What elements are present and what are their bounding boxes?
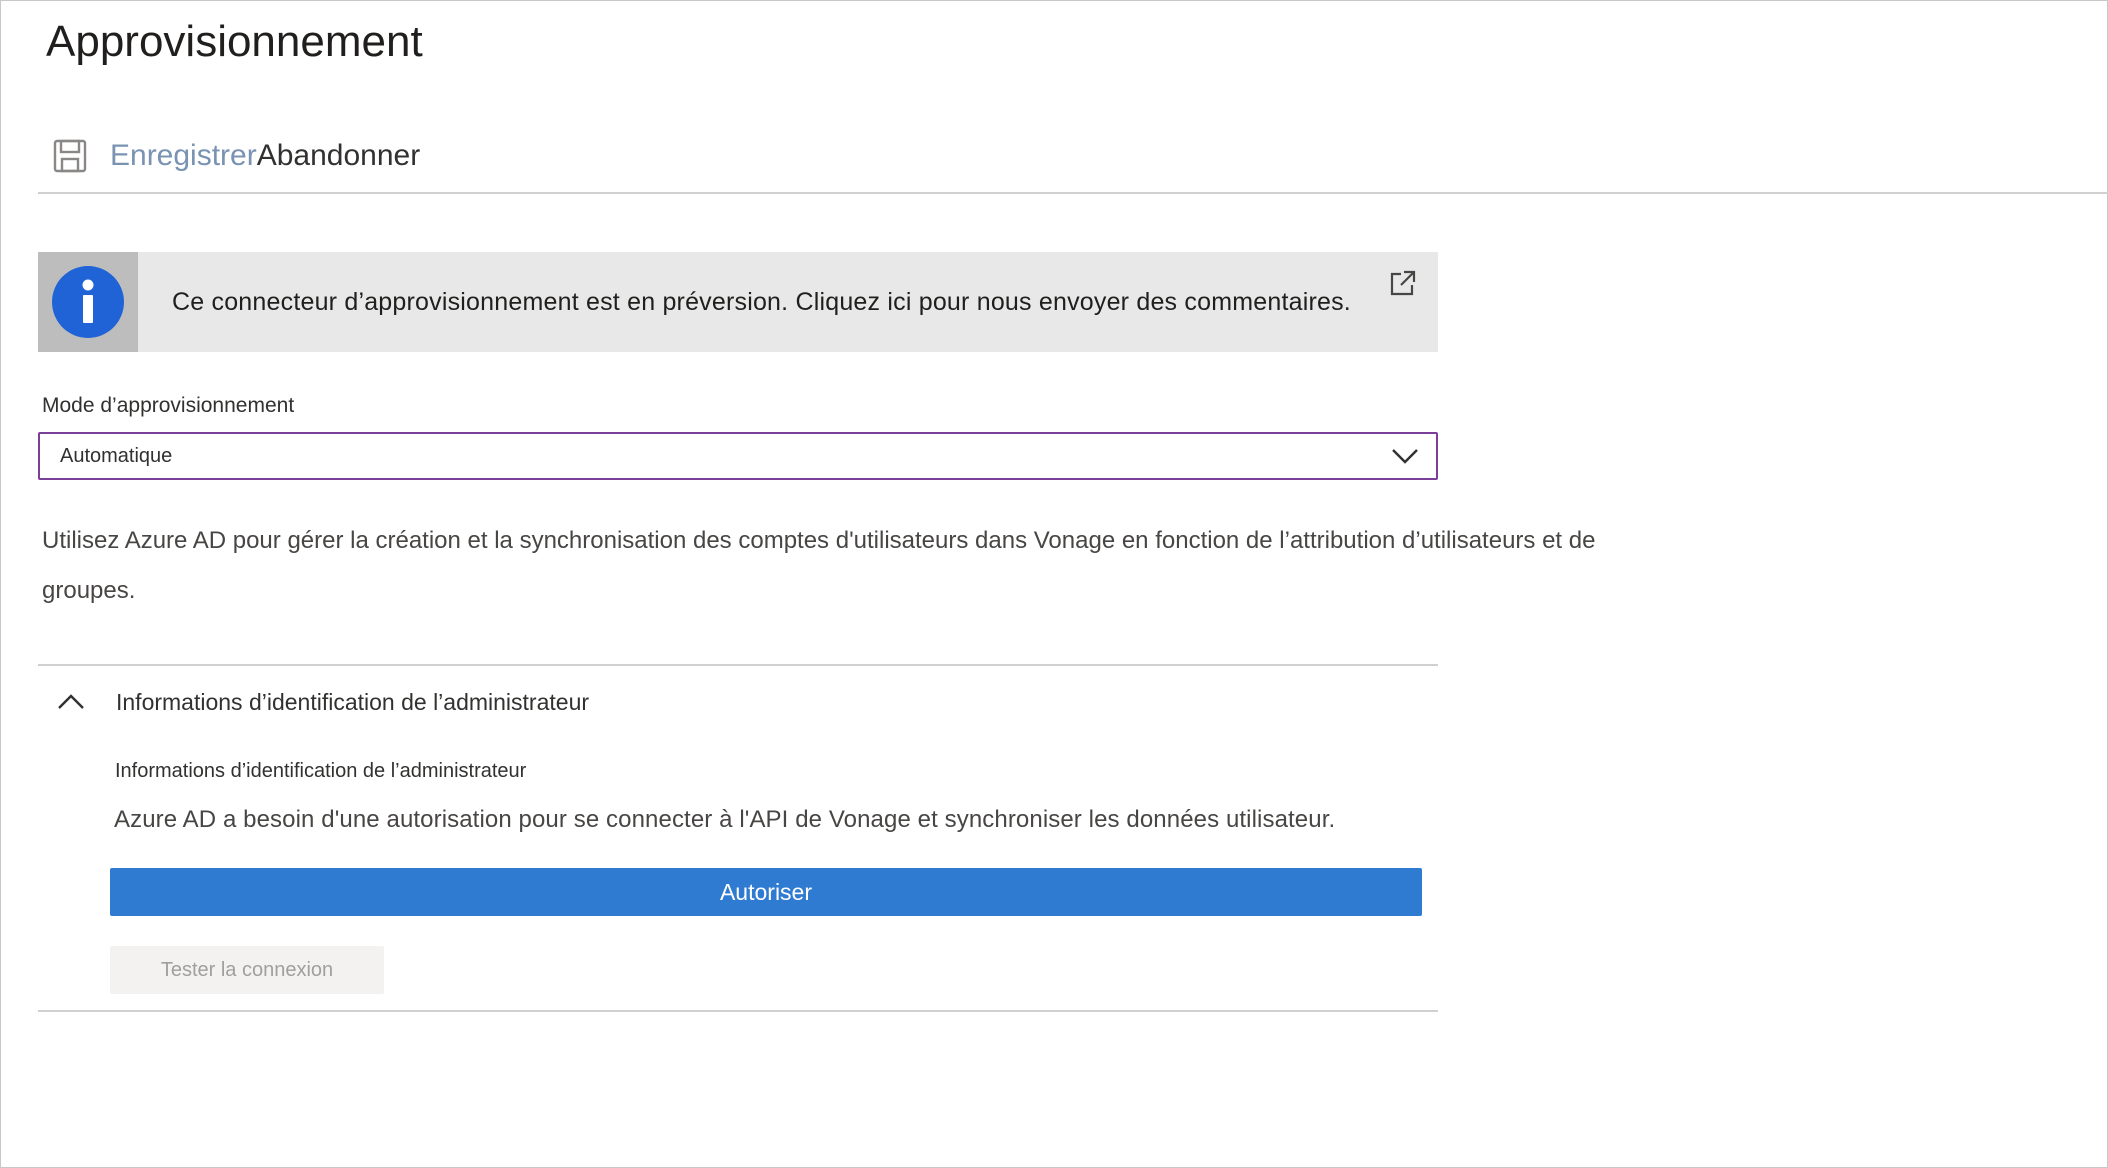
admin-credentials-section-title[interactable]: Informations d’identification de l’admin… — [116, 689, 589, 716]
info-icon — [52, 266, 124, 338]
command-bar: Enregistrer Abandonner — [38, 128, 420, 184]
provisioning-mode-value: Automatique — [60, 444, 173, 467]
admin-credentials-section-header[interactable]: Informations d’identification de l’admin… — [56, 684, 589, 720]
provisioning-mode-dropdown[interactable]: Automatique — [38, 432, 1438, 480]
toolbar-divider — [38, 192, 2108, 194]
provisioning-mode-label: Mode d’approvisionnement — [42, 394, 295, 417]
external-link-icon[interactable] — [1388, 268, 1418, 298]
section-divider-top — [38, 664, 1438, 666]
admin-credentials-subsection-label: Informations d’identification de l’admin… — [115, 760, 527, 782]
discard-button[interactable]: Abandonner — [257, 139, 420, 173]
save-icon[interactable] — [52, 138, 88, 174]
page-title: Approvisionnement — [46, 17, 423, 66]
chevron-down-icon — [1392, 449, 1418, 464]
authorize-button[interactable]: Autoriser — [110, 868, 1422, 916]
authorization-help-text: Azure AD a besoin d'une autorisation pou… — [114, 806, 1336, 833]
provisioning-description: Utilisez Azure AD pour gérer la création… — [42, 527, 1596, 604]
save-button[interactable]: Enregistrer — [110, 139, 257, 173]
section-divider-bottom — [38, 1010, 1438, 1012]
banner-icon-box — [38, 252, 138, 352]
preview-info-banner[interactable]: Ce connecteur d’approvisionnement est en… — [38, 252, 1438, 352]
chevron-up-icon[interactable] — [56, 691, 86, 713]
banner-message[interactable]: Ce connecteur d’approvisionnement est en… — [172, 288, 1351, 317]
test-connection-button[interactable]: Tester la connexion — [110, 946, 384, 994]
